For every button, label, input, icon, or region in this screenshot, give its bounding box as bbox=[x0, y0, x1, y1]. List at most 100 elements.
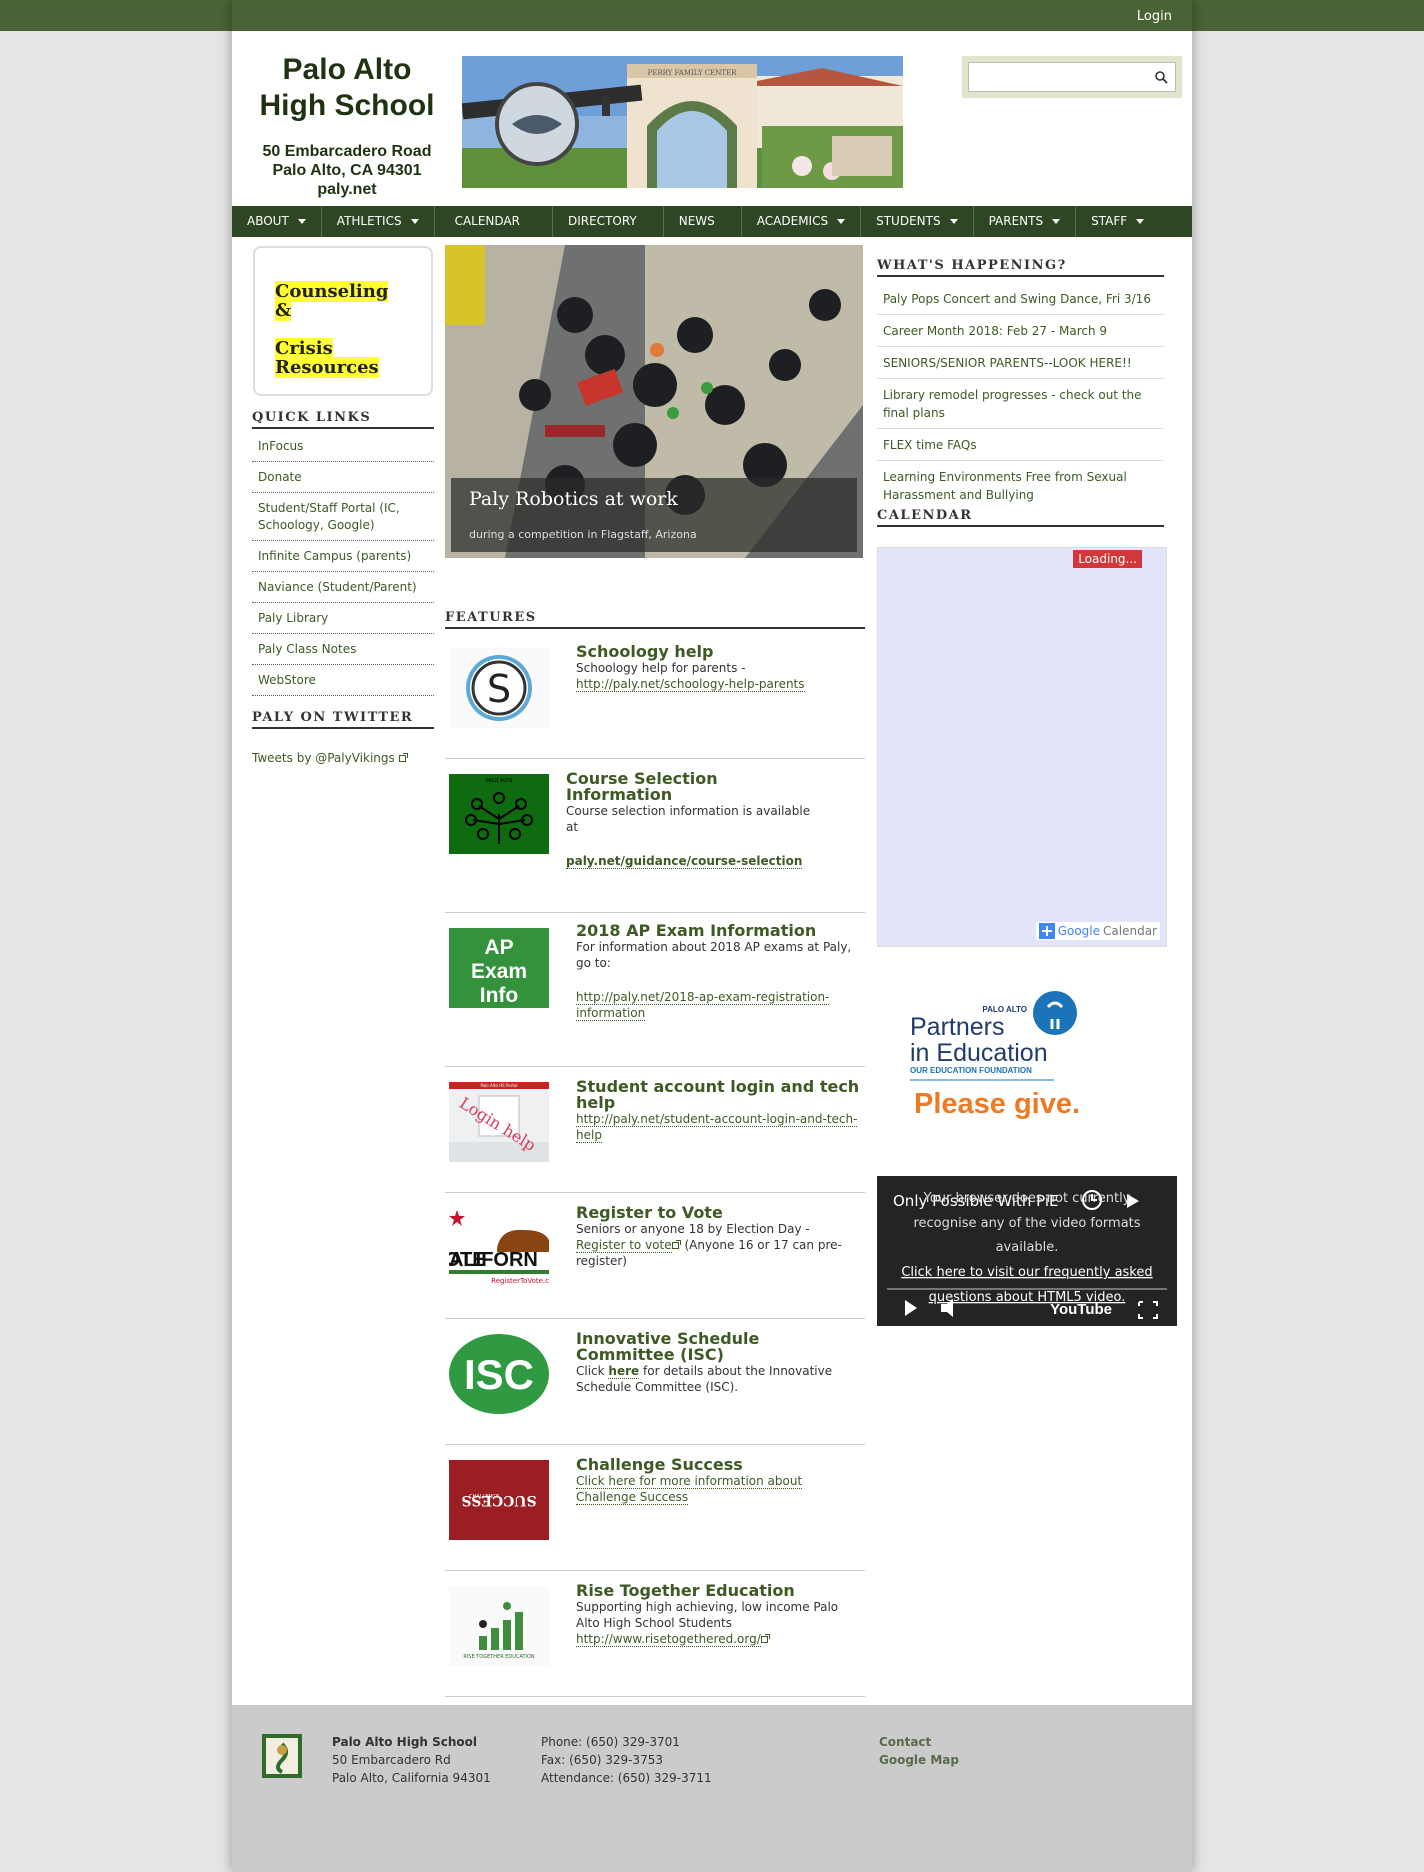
challenge-success-thumb[interactable]: CHALLENGE SUCCESS bbox=[449, 1460, 549, 1540]
footer-contact-link[interactable]: Contact bbox=[879, 1733, 959, 1751]
feature-title[interactable]: 2018 AP Exam Information bbox=[576, 923, 816, 939]
feature-title[interactable]: Innovative Schedule Committee (ISC) bbox=[576, 1331, 759, 1363]
feature-title[interactable]: Challenge Success bbox=[576, 1457, 743, 1473]
quick-link-infinite-campus[interactable]: Infinite Campus (parents) bbox=[252, 541, 434, 572]
quick-link-donate[interactable]: Donate bbox=[252, 462, 434, 493]
nav-item-about[interactable]: ABOUT bbox=[232, 206, 322, 237]
chevron-down-icon bbox=[1136, 219, 1145, 224]
feature-course-selection: PALO ALTO Course Selection Information Co… bbox=[445, 759, 865, 913]
isc-logo-thumb[interactable]: ISC bbox=[449, 1334, 549, 1414]
news-item[interactable]: Library remodel progresses - check out t… bbox=[877, 379, 1164, 429]
footer-map-link[interactable]: Google Map bbox=[879, 1751, 959, 1769]
video-faq-link: Click here to visit our frequently asked bbox=[901, 1265, 1152, 1280]
vote-california-thumb[interactable]: OTE ALIFORN RegisterToVote.c bbox=[449, 1208, 549, 1288]
svg-text:RISE TOGETHER EDUCATION: RISE TOGETHER EDUCATION bbox=[463, 1654, 535, 1660]
slideshow[interactable]: Paly Robotics at work during a competiti… bbox=[445, 245, 863, 558]
feature-title[interactable]: Schoology help bbox=[576, 644, 714, 660]
news-item[interactable]: Paly Pops Concert and Swing Dance, Fri 3… bbox=[877, 283, 1164, 315]
svg-text:Exam: Exam bbox=[471, 960, 527, 983]
feature-text: Course selection information is availabl… bbox=[566, 804, 811, 818]
feature-link[interactable]: Register to vote bbox=[576, 1238, 672, 1253]
news-item[interactable]: Learning Environments Free from Sexual H… bbox=[877, 461, 1164, 510]
svg-text:PALO ALTO: PALO ALTO bbox=[486, 778, 513, 784]
course-selection-thumb[interactable]: PALO ALTO bbox=[449, 774, 549, 854]
rise-together-thumb[interactable]: RISE TOGETHER EDUCATION bbox=[449, 1586, 549, 1666]
feature-link[interactable]: here bbox=[608, 1364, 640, 1379]
external-link-icon bbox=[671, 1240, 681, 1249]
ap-exam-thumb[interactable]: AP Exam Info bbox=[449, 928, 549, 1008]
quick-link-class-notes[interactable]: Paly Class Notes bbox=[252, 634, 434, 665]
login-bar: Login bbox=[232, 0, 1192, 31]
feature-link[interactable]: http://www.risetogethered.org/ bbox=[576, 1632, 761, 1647]
chevron-down-icon bbox=[837, 219, 846, 224]
feature-text: For information about 2018 AP exams at P… bbox=[576, 940, 852, 954]
quick-link-webstore[interactable]: WebStore bbox=[252, 665, 434, 696]
login-help-thumb[interactable]: Palo Alto HS Portal Login help bbox=[449, 1082, 549, 1162]
school-logo-text[interactable]: Palo Alto High School 50 Embarcadero Roa… bbox=[252, 52, 442, 199]
slide-title: Paly Robotics at work bbox=[469, 488, 678, 510]
youtube-video-embed[interactable]: Only Possible With PiE Your browser does… bbox=[877, 1176, 1177, 1326]
school-name-line1: Palo Alto bbox=[282, 53, 412, 86]
footer: Palo Alto High School 50 Embarcadero Rd … bbox=[232, 1702, 1192, 1872]
twitter-link[interactable]: Tweets by @PalyVikings bbox=[252, 751, 408, 765]
counseling-resources-box[interactable]: Counseling & Crisis Resources bbox=[253, 246, 433, 396]
login-link[interactable]: Login bbox=[1137, 9, 1172, 24]
nav-item-staff[interactable]: STAFF bbox=[1076, 206, 1159, 237]
feature-link[interactable]: http://paly.net/student-account-login-an… bbox=[576, 1112, 858, 1143]
news-item[interactable]: SENIORS/SENIOR PARENTS--LOOK HERE!! bbox=[877, 347, 1164, 379]
feature-title[interactable]: Register to Vote bbox=[576, 1205, 723, 1221]
pie-donation-ad[interactable]: PALO ALTO Partners in Education OUR EDUC… bbox=[902, 985, 1102, 1145]
footer-phone: Phone: (650) 329-3701 bbox=[541, 1735, 680, 1749]
nav-item-calendar[interactable]: CALENDAR bbox=[435, 206, 553, 237]
quick-links-heading: QUICK LINKS bbox=[252, 410, 434, 429]
feature-link[interactable]: http://paly.net/2018-ap-exam-registratio… bbox=[576, 990, 830, 1021]
feature-ap-exam: AP Exam Info 2018 AP Exam Information Fo… bbox=[445, 913, 865, 1067]
banner-sign-text: PERRY FAMILY CENTER bbox=[648, 69, 738, 77]
main-nav: ABOUT ATHLETICS CALENDAR DIRECTORY NEWS … bbox=[232, 206, 1192, 237]
feature-rise-together: RISE TOGETHER EDUCATION Rise Together Ed… bbox=[445, 1571, 865, 1697]
feature-link[interactable]: paly.net/guidance/course-selection bbox=[566, 854, 803, 869]
calendar-heading: CALENDAR bbox=[877, 508, 1164, 527]
feature-title[interactable]: Course Selection Information bbox=[566, 771, 718, 803]
nav-item-students[interactable]: STUDENTS bbox=[861, 206, 974, 237]
google-calendar-embed[interactable]: Loading... Google Calendar bbox=[877, 547, 1167, 947]
quick-link-library[interactable]: Paly Library bbox=[252, 603, 434, 634]
counseling-line4: Resources bbox=[275, 357, 379, 378]
nav-item-directory[interactable]: DIRECTORY bbox=[553, 206, 664, 237]
school-crest-icon bbox=[262, 1734, 302, 1778]
nav-item-parents[interactable]: PARENTS bbox=[974, 206, 1077, 237]
school-website: paly.net bbox=[317, 181, 377, 198]
svg-text:Info: Info bbox=[480, 984, 518, 1007]
nav-item-academics[interactable]: ACADEMICS bbox=[742, 206, 862, 237]
schoology-logo-thumb[interactable]: S bbox=[449, 648, 549, 728]
header-banner-image: PERRY FAMILY CENTER bbox=[462, 56, 903, 188]
quick-links-list: InFocus Donate Student/Staff Portal (IC,… bbox=[252, 431, 434, 696]
quick-link-naviance[interactable]: Naviance (Student/Parent) bbox=[252, 572, 434, 603]
feature-title[interactable]: Rise Together Education bbox=[576, 1583, 795, 1599]
svg-text:ALIFORN: ALIFORN bbox=[449, 1249, 538, 1271]
google-calendar-badge[interactable]: Google Calendar bbox=[1035, 922, 1160, 940]
news-item[interactable]: FLEX time FAQs bbox=[877, 429, 1164, 461]
feature-title[interactable]: Student account login and tech help bbox=[576, 1079, 859, 1111]
twitter-heading: PALY ON TWITTER bbox=[252, 710, 434, 729]
school-address-line1: 50 Embarcadero Road bbox=[262, 143, 432, 160]
nav-item-news[interactable]: NEWS bbox=[664, 206, 742, 237]
svg-text:Please give.: Please give. bbox=[914, 1088, 1080, 1120]
search-input[interactable] bbox=[968, 62, 1176, 92]
news-item[interactable]: Career Month 2018: Feb 27 - March 9 bbox=[877, 315, 1164, 347]
feature-text: Seniors or anyone 18 by Election Day - bbox=[576, 1222, 810, 1236]
quick-link-portal[interactable]: Student/Staff Portal (IC, Schoology, Goo… bbox=[252, 493, 434, 541]
svg-text:SUCCESS: SUCCESS bbox=[461, 1492, 536, 1508]
chevron-down-icon bbox=[1052, 219, 1061, 224]
external-link-icon bbox=[398, 753, 408, 762]
feature-link[interactable]: http://paly.net/schoology-help-parents bbox=[576, 677, 805, 692]
feature-link[interactable]: Click here for more information about Cha… bbox=[576, 1474, 803, 1505]
svg-text:Partners: Partners bbox=[910, 1013, 1004, 1041]
footer-address2: Palo Alto, California 94301 bbox=[332, 1771, 491, 1785]
search-icon[interactable] bbox=[1154, 70, 1168, 84]
quick-link-infocus[interactable]: InFocus bbox=[252, 431, 434, 462]
whats-happening-heading: WHAT'S HAPPENING? bbox=[877, 258, 1164, 277]
svg-text:ISC: ISC bbox=[464, 1351, 534, 1398]
nav-item-athletics[interactable]: ATHLETICS bbox=[322, 206, 435, 237]
slide-subtitle: during a competition in Flagstaff, Arizo… bbox=[469, 528, 697, 541]
